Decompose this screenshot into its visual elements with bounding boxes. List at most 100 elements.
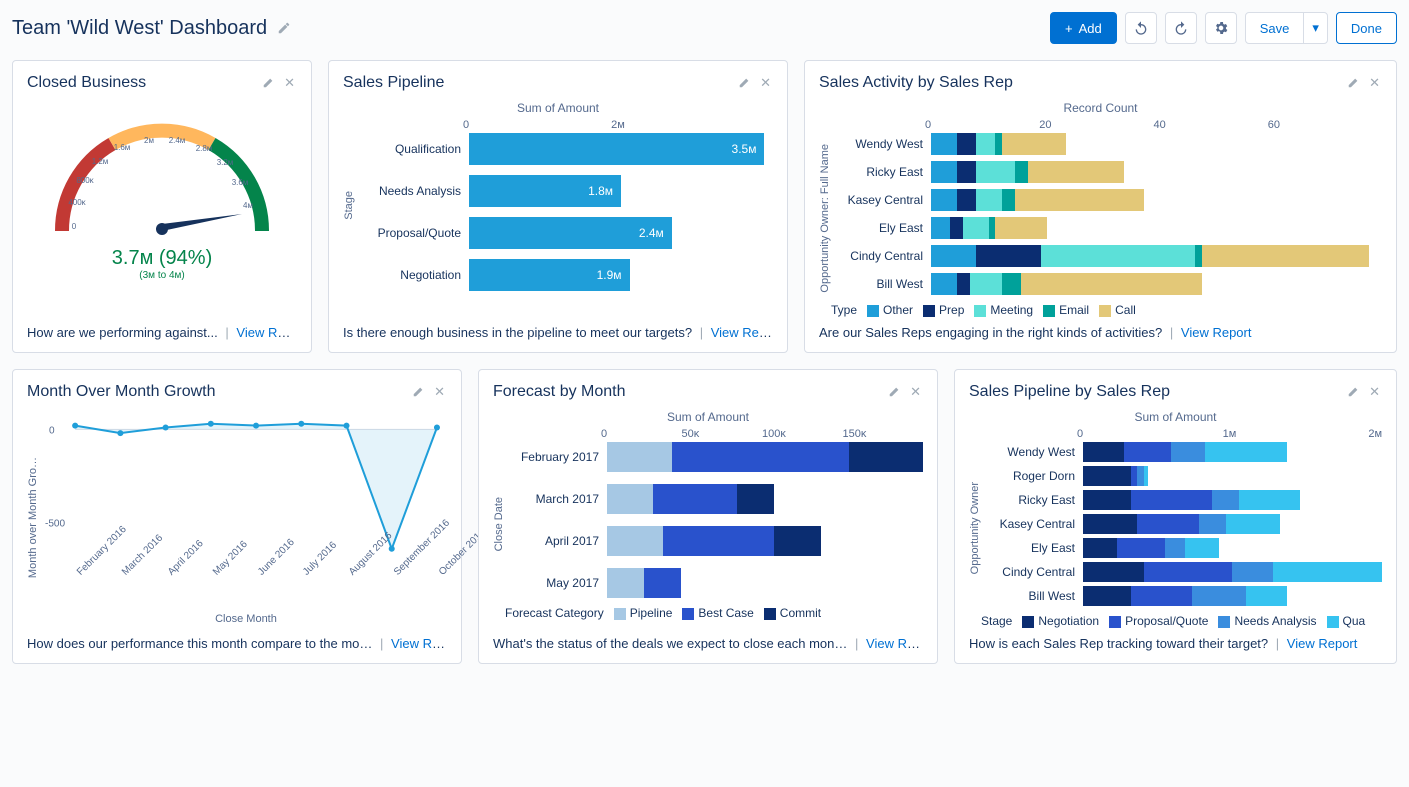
- view-report-link[interactable]: View Report: [711, 325, 773, 340]
- undo-button[interactable]: [1125, 12, 1157, 44]
- close-icon[interactable]: ✕: [1367, 73, 1382, 93]
- close-icon[interactable]: ✕: [758, 73, 773, 93]
- settings-button[interactable]: [1205, 12, 1237, 44]
- legend-item: Negotiation: [1022, 614, 1099, 628]
- pencil-icon[interactable]: [260, 73, 278, 93]
- view-report-link[interactable]: View Report: [866, 636, 923, 651]
- svg-text:4ᴍ: 4ᴍ: [243, 201, 253, 210]
- topbar: Team 'Wild West' Dashboard + Add Save ▾ …: [12, 12, 1397, 44]
- done-button[interactable]: Done: [1336, 12, 1397, 44]
- close-icon[interactable]: ✕: [432, 382, 447, 402]
- bar-segment: [1002, 273, 1021, 295]
- bar-segment: [1117, 538, 1165, 558]
- redo-button[interactable]: [1165, 12, 1197, 44]
- card-title: Sales Pipeline by Sales Rep: [969, 383, 1170, 401]
- bar-segment: [1202, 245, 1370, 267]
- close-icon[interactable]: ✕: [282, 73, 297, 93]
- bar-segment: [976, 161, 1015, 183]
- x-axis-label: Close Month: [45, 613, 447, 625]
- bar-segment: [1131, 490, 1213, 510]
- page-title: Team 'Wild West' Dashboard: [12, 17, 267, 40]
- view-report-link[interactable]: View Report: [1181, 325, 1252, 340]
- pencil-icon[interactable]: [1345, 382, 1363, 402]
- bar-label: Ely East: [837, 221, 923, 235]
- bar-segment: [950, 217, 963, 239]
- svg-text:0: 0: [49, 425, 55, 436]
- bar: 1.9ᴍ: [469, 259, 630, 291]
- axis-title: Record Count: [819, 101, 1382, 115]
- legend-swatch: [1109, 616, 1121, 628]
- legend-swatch: [1327, 616, 1339, 628]
- pencil-icon[interactable]: [410, 382, 428, 402]
- svg-text:400ᴋ: 400ᴋ: [68, 198, 86, 207]
- save-dropdown-button[interactable]: ▾: [1303, 12, 1328, 44]
- bar-segment: [1002, 189, 1015, 211]
- bar-segment: [849, 442, 923, 472]
- bar-segment: [957, 161, 976, 183]
- bar-row: Proposal/Quote 2.4ᴍ: [361, 217, 773, 249]
- bar-segment: [607, 526, 663, 556]
- bar-segment: [672, 442, 849, 472]
- bar-segment: [1002, 133, 1066, 155]
- legend-swatch: [682, 608, 694, 620]
- svg-text:3.2ᴍ: 3.2ᴍ: [217, 158, 234, 167]
- bar-segment: [1144, 466, 1148, 486]
- pencil-icon[interactable]: [736, 73, 754, 93]
- svg-text:1.6ᴍ: 1.6ᴍ: [114, 143, 131, 152]
- bar-segment: [1273, 562, 1382, 582]
- x-tick-label: October 2016: [437, 570, 445, 578]
- close-icon[interactable]: ✕: [1367, 382, 1382, 402]
- bar-row: Qualification 3.5ᴍ: [361, 133, 773, 165]
- bar-label: Cindy Central: [837, 249, 923, 263]
- bar-label: Bill West: [987, 589, 1075, 603]
- bar-segment: [1083, 562, 1144, 582]
- bar-label: Cindy Central: [987, 565, 1075, 579]
- y-axis-label: Opportunity Owner: [969, 482, 981, 574]
- bar-segment: [774, 526, 820, 556]
- bar-segment: [1083, 442, 1124, 462]
- bar: 3.5ᴍ: [469, 133, 764, 165]
- bar-segment: [607, 484, 653, 514]
- bar-segment: [1205, 442, 1287, 462]
- bar-segment: [963, 217, 989, 239]
- toolbar: + Add Save ▾ Done: [1050, 12, 1397, 44]
- legend-swatch: [923, 305, 935, 317]
- bar-segment: [644, 568, 681, 598]
- axis-title: Sum of Amount: [969, 410, 1382, 424]
- x-tick-label: September 2016: [392, 570, 400, 578]
- save-button[interactable]: Save: [1245, 12, 1305, 44]
- legend-swatch: [764, 608, 776, 620]
- view-report-link[interactable]: View Report: [1287, 636, 1358, 651]
- bar-segment: [1137, 514, 1198, 534]
- pencil-icon[interactable]: [886, 382, 904, 402]
- bar-label: Kasey Central: [987, 517, 1075, 531]
- y-axis-label: Month over Month Gro…: [27, 457, 39, 578]
- x-tick-label: August 2016: [347, 570, 355, 578]
- bar-row: Ricky East: [837, 161, 1382, 183]
- card-closed-business: Closed Business ✕ 0 400ᴋ 800ᴋ 1.2ᴍ 1.6ᴍ …: [12, 60, 312, 353]
- bar-segment: [931, 273, 957, 295]
- bar: 2.4ᴍ: [469, 217, 672, 249]
- y-axis-label: Close Date: [493, 497, 505, 551]
- edit-title-icon[interactable]: [277, 21, 291, 35]
- bar-segment: [607, 568, 644, 598]
- bar-segment: [1131, 466, 1138, 486]
- bar-segment: [1083, 466, 1131, 486]
- bar-segment: [663, 526, 775, 556]
- bar-segment: [1137, 466, 1144, 486]
- axis-title: Sum of Amount: [343, 101, 773, 115]
- close-icon[interactable]: ✕: [908, 382, 923, 402]
- pencil-icon[interactable]: [1345, 73, 1363, 93]
- bar-row: February 2017: [511, 442, 923, 472]
- card-title: Forecast by Month: [493, 383, 626, 401]
- bar-segment: [1246, 586, 1287, 606]
- bar-label: Wendy West: [987, 445, 1075, 459]
- add-button[interactable]: + Add: [1050, 12, 1117, 44]
- plus-icon: +: [1065, 21, 1073, 36]
- view-report-link[interactable]: View Report: [391, 636, 447, 651]
- legend-item: Other: [867, 303, 913, 317]
- view-report-link[interactable]: View Report: [236, 325, 297, 340]
- bar-row: Ely East: [837, 217, 1382, 239]
- svg-text:0: 0: [72, 222, 77, 231]
- bar-label: Needs Analysis: [361, 184, 461, 198]
